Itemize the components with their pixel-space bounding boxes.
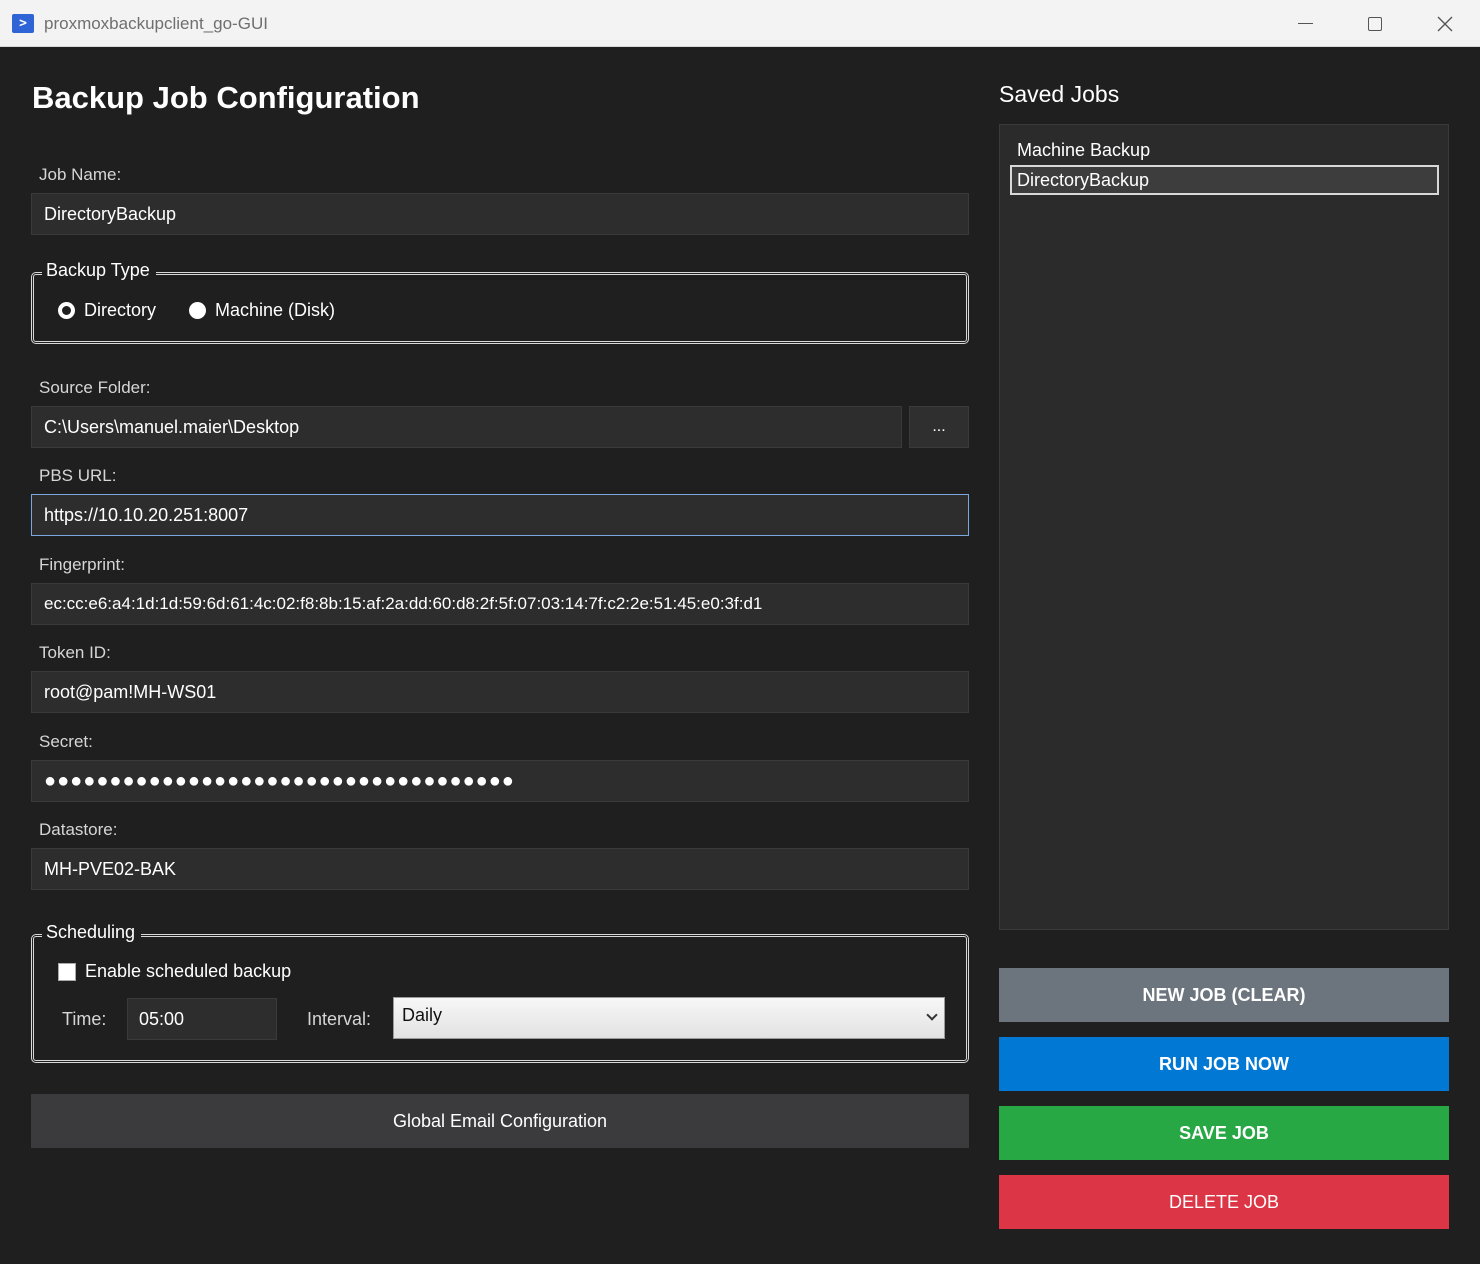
backup-type-group: Backup Type Directory Machine (Disk)	[31, 260, 969, 344]
enable-schedule-checkbox[interactable]: Enable scheduled backup	[58, 961, 291, 982]
maximize-icon	[1368, 16, 1382, 31]
minimize-button[interactable]	[1270, 0, 1340, 47]
radio-directory-label: Directory	[84, 300, 157, 320]
radio-checked-icon	[58, 302, 75, 319]
close-icon	[1437, 16, 1453, 31]
powershell-icon: >	[12, 14, 34, 33]
maximize-button[interactable]	[1340, 0, 1410, 47]
fingerprint-input[interactable]: ec:cc:e6:a4:1d:1d:59:6d:61:4c:02:f8:8b:1…	[31, 583, 969, 625]
radio-directory[interactable]: Directory	[58, 300, 156, 321]
secret-label: Secret:	[39, 732, 93, 751]
radio-unchecked-icon	[189, 302, 206, 319]
token-id-input[interactable]: root@pam!MH-WS01	[31, 671, 969, 713]
secret-input[interactable]: ●●●●●●●●●●●●●●●●●●●●●●●●●●●●●●●●●●●●	[31, 760, 969, 802]
backup-type-legend: Backup Type	[42, 260, 156, 281]
pbs-url-input[interactable]: https://10.10.20.251:8007	[31, 494, 969, 536]
close-button[interactable]	[1410, 0, 1480, 47]
title-bar: > proxmoxbackupclient_go-GUI	[0, 0, 1480, 47]
interval-label: Interval:	[307, 1009, 372, 1029]
checkbox-unchecked-icon	[58, 962, 76, 981]
page-title: Backup Job Configuration	[32, 80, 420, 115]
datastore-label: Datastore:	[39, 820, 118, 839]
delete-job-button[interactable]: DELETE JOB	[999, 1175, 1449, 1229]
token-id-label: Token ID:	[39, 643, 111, 662]
radio-machine-label: Machine (Disk)	[215, 300, 336, 320]
pbs-url-label: PBS URL:	[39, 466, 117, 485]
window-title: proxmoxbackupclient_go-GUI	[44, 14, 268, 33]
source-folder-label: Source Folder:	[39, 378, 151, 397]
saved-job-item[interactable]: Machine Backup	[1010, 136, 1439, 166]
fingerprint-label: Fingerprint:	[39, 555, 125, 574]
run-job-button[interactable]: RUN JOB NOW	[999, 1037, 1449, 1091]
enable-schedule-label: Enable scheduled backup	[85, 961, 292, 981]
saved-job-item-selected[interactable]: DirectoryBackup	[1010, 165, 1439, 195]
scheduling-legend: Scheduling	[42, 922, 142, 943]
save-job-button[interactable]: SAVE JOB	[999, 1106, 1449, 1160]
job-name-label: Job Name:	[39, 165, 122, 184]
interval-selected-value: Daily	[402, 1005, 443, 1025]
minimize-icon	[1297, 23, 1313, 24]
browse-button[interactable]: ...	[909, 406, 969, 448]
radio-machine-disk[interactable]: Machine (Disk)	[189, 300, 335, 321]
job-name-input[interactable]: DirectoryBackup	[31, 193, 969, 235]
time-input[interactable]: 05:00	[127, 998, 277, 1040]
global-email-config-button[interactable]: Global Email Configuration	[31, 1094, 969, 1148]
saved-jobs-title: Saved Jobs	[999, 81, 1120, 107]
datastore-input[interactable]: MH-PVE02-BAK	[31, 848, 969, 890]
chevron-down-icon	[926, 1009, 938, 1021]
interval-select[interactable]: Daily	[393, 997, 945, 1039]
source-folder-input[interactable]: C:\Users\manuel.maier\Desktop	[31, 406, 902, 448]
time-label: Time:	[62, 1009, 107, 1029]
scheduling-group: Scheduling Enable scheduled backup Time:…	[31, 922, 969, 1063]
saved-jobs-list[interactable]: Machine Backup DirectoryBackup	[999, 124, 1449, 930]
new-job-button[interactable]: NEW JOB (CLEAR)	[999, 968, 1449, 1022]
